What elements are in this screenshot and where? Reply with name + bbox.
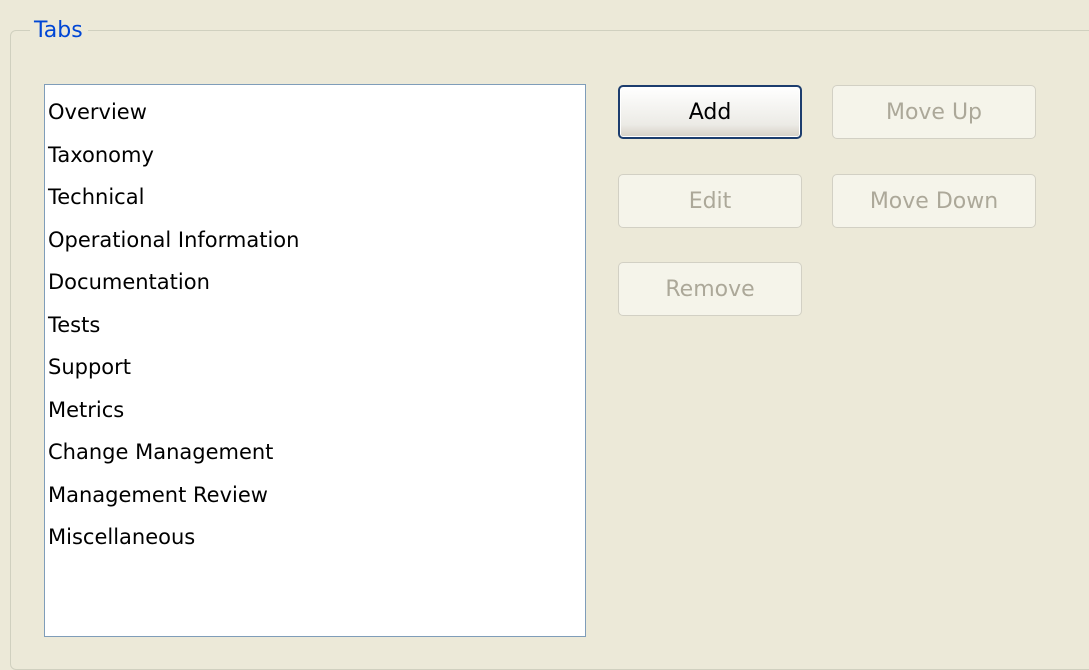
list-item-taxonomy[interactable]: Taxonomy	[48, 134, 585, 177]
list-item-change-management[interactable]: Change Management	[48, 431, 585, 474]
move-up-button[interactable]: Move Up	[832, 85, 1036, 139]
remove-button[interactable]: Remove	[618, 262, 802, 316]
list-item-metrics[interactable]: Metrics	[48, 389, 585, 432]
list-item-miscellaneous[interactable]: Miscellaneous	[48, 516, 585, 559]
tabs-group-title: Tabs	[30, 18, 88, 44]
tabs-list: Overview Taxonomy Technical Operational …	[45, 85, 585, 559]
list-item-management-review[interactable]: Management Review	[48, 474, 585, 517]
list-item-documentation[interactable]: Documentation	[48, 261, 585, 304]
edit-button[interactable]: Edit	[618, 174, 802, 228]
add-button[interactable]: Add	[618, 85, 802, 139]
list-item-support[interactable]: Support	[48, 346, 585, 389]
list-item-overview[interactable]: Overview	[48, 91, 585, 134]
tabs-listbox[interactable]: Overview Taxonomy Technical Operational …	[44, 84, 586, 637]
list-item-operational-information[interactable]: Operational Information	[48, 219, 585, 262]
list-item-technical[interactable]: Technical	[48, 176, 585, 219]
list-item-tests[interactable]: Tests	[48, 304, 585, 347]
move-down-button[interactable]: Move Down	[832, 174, 1036, 228]
